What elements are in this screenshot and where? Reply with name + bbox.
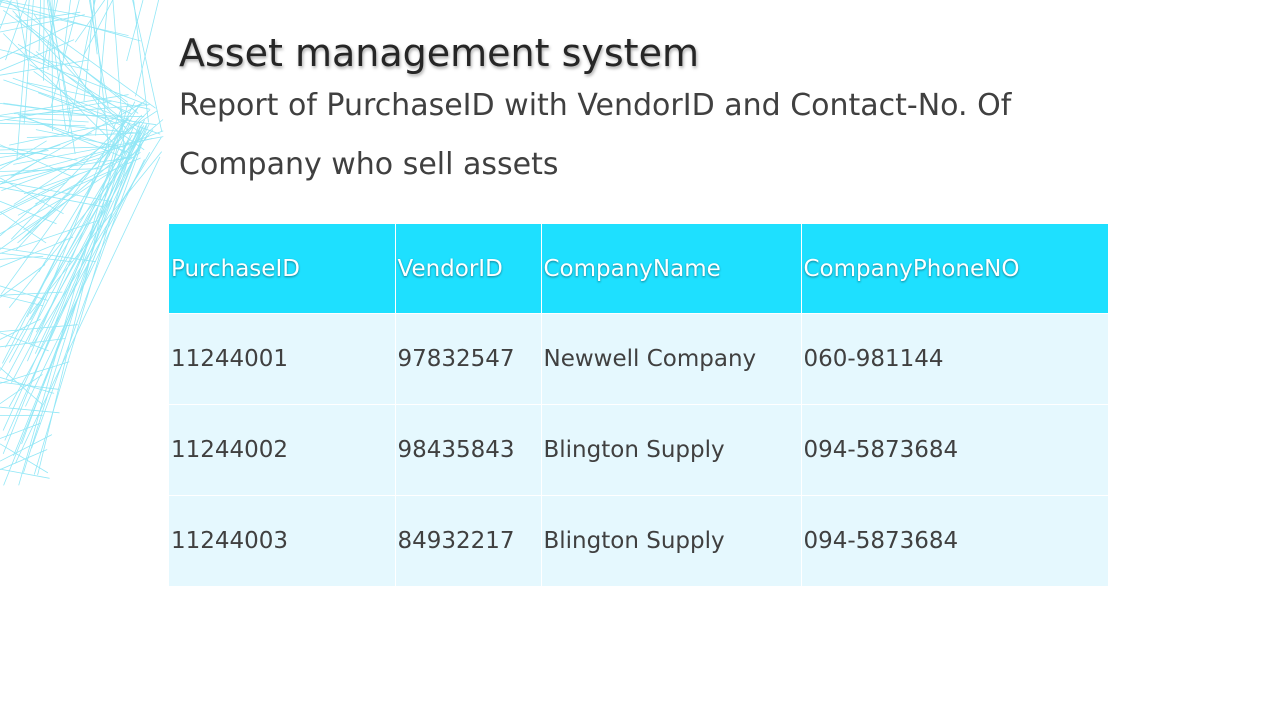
header-vendor-id: VendorID [395,224,542,314]
purchase-id-cell: 11244001 [169,313,396,405]
purchase-report-table: PurchaseID VendorID CompanyName CompanyP… [169,224,1108,586]
slide-title: Asset management system [179,31,699,75]
header-purchase-id: PurchaseID [169,224,396,314]
company-phone-cell: 094-5873684 [801,495,1108,586]
company-name-cell: Blington Supply [541,404,802,496]
table-row: 11244002 98435843 Blington Supply 094-58… [169,404,1108,496]
vendor-id-cell: 98435843 [395,404,542,496]
table-row: 11244001 97832547 Newwell Company 060-98… [169,313,1108,405]
table-header-row: PurchaseID VendorID CompanyName CompanyP… [169,224,1108,314]
slide-subtitle: Report of PurchaseID with VendorID and C… [179,88,1012,182]
company-phone-cell: 060-981144 [801,313,1108,405]
purchase-id-cell: 11244003 [169,495,396,586]
header-company-phone: CompanyPhoneNO [801,224,1108,314]
vendor-id-cell: 84932217 [395,495,542,586]
header-company-name: CompanyName [541,224,802,314]
company-name-cell: Blington Supply [541,495,802,586]
table-row: 11244003 84932217 Blington Supply 094-58… [169,495,1108,586]
vendor-id-cell: 97832547 [395,313,542,405]
purchase-id-cell: 11244002 [169,404,396,496]
company-name-cell: Newwell Company [541,313,802,405]
company-phone-cell: 094-5873684 [801,404,1108,496]
